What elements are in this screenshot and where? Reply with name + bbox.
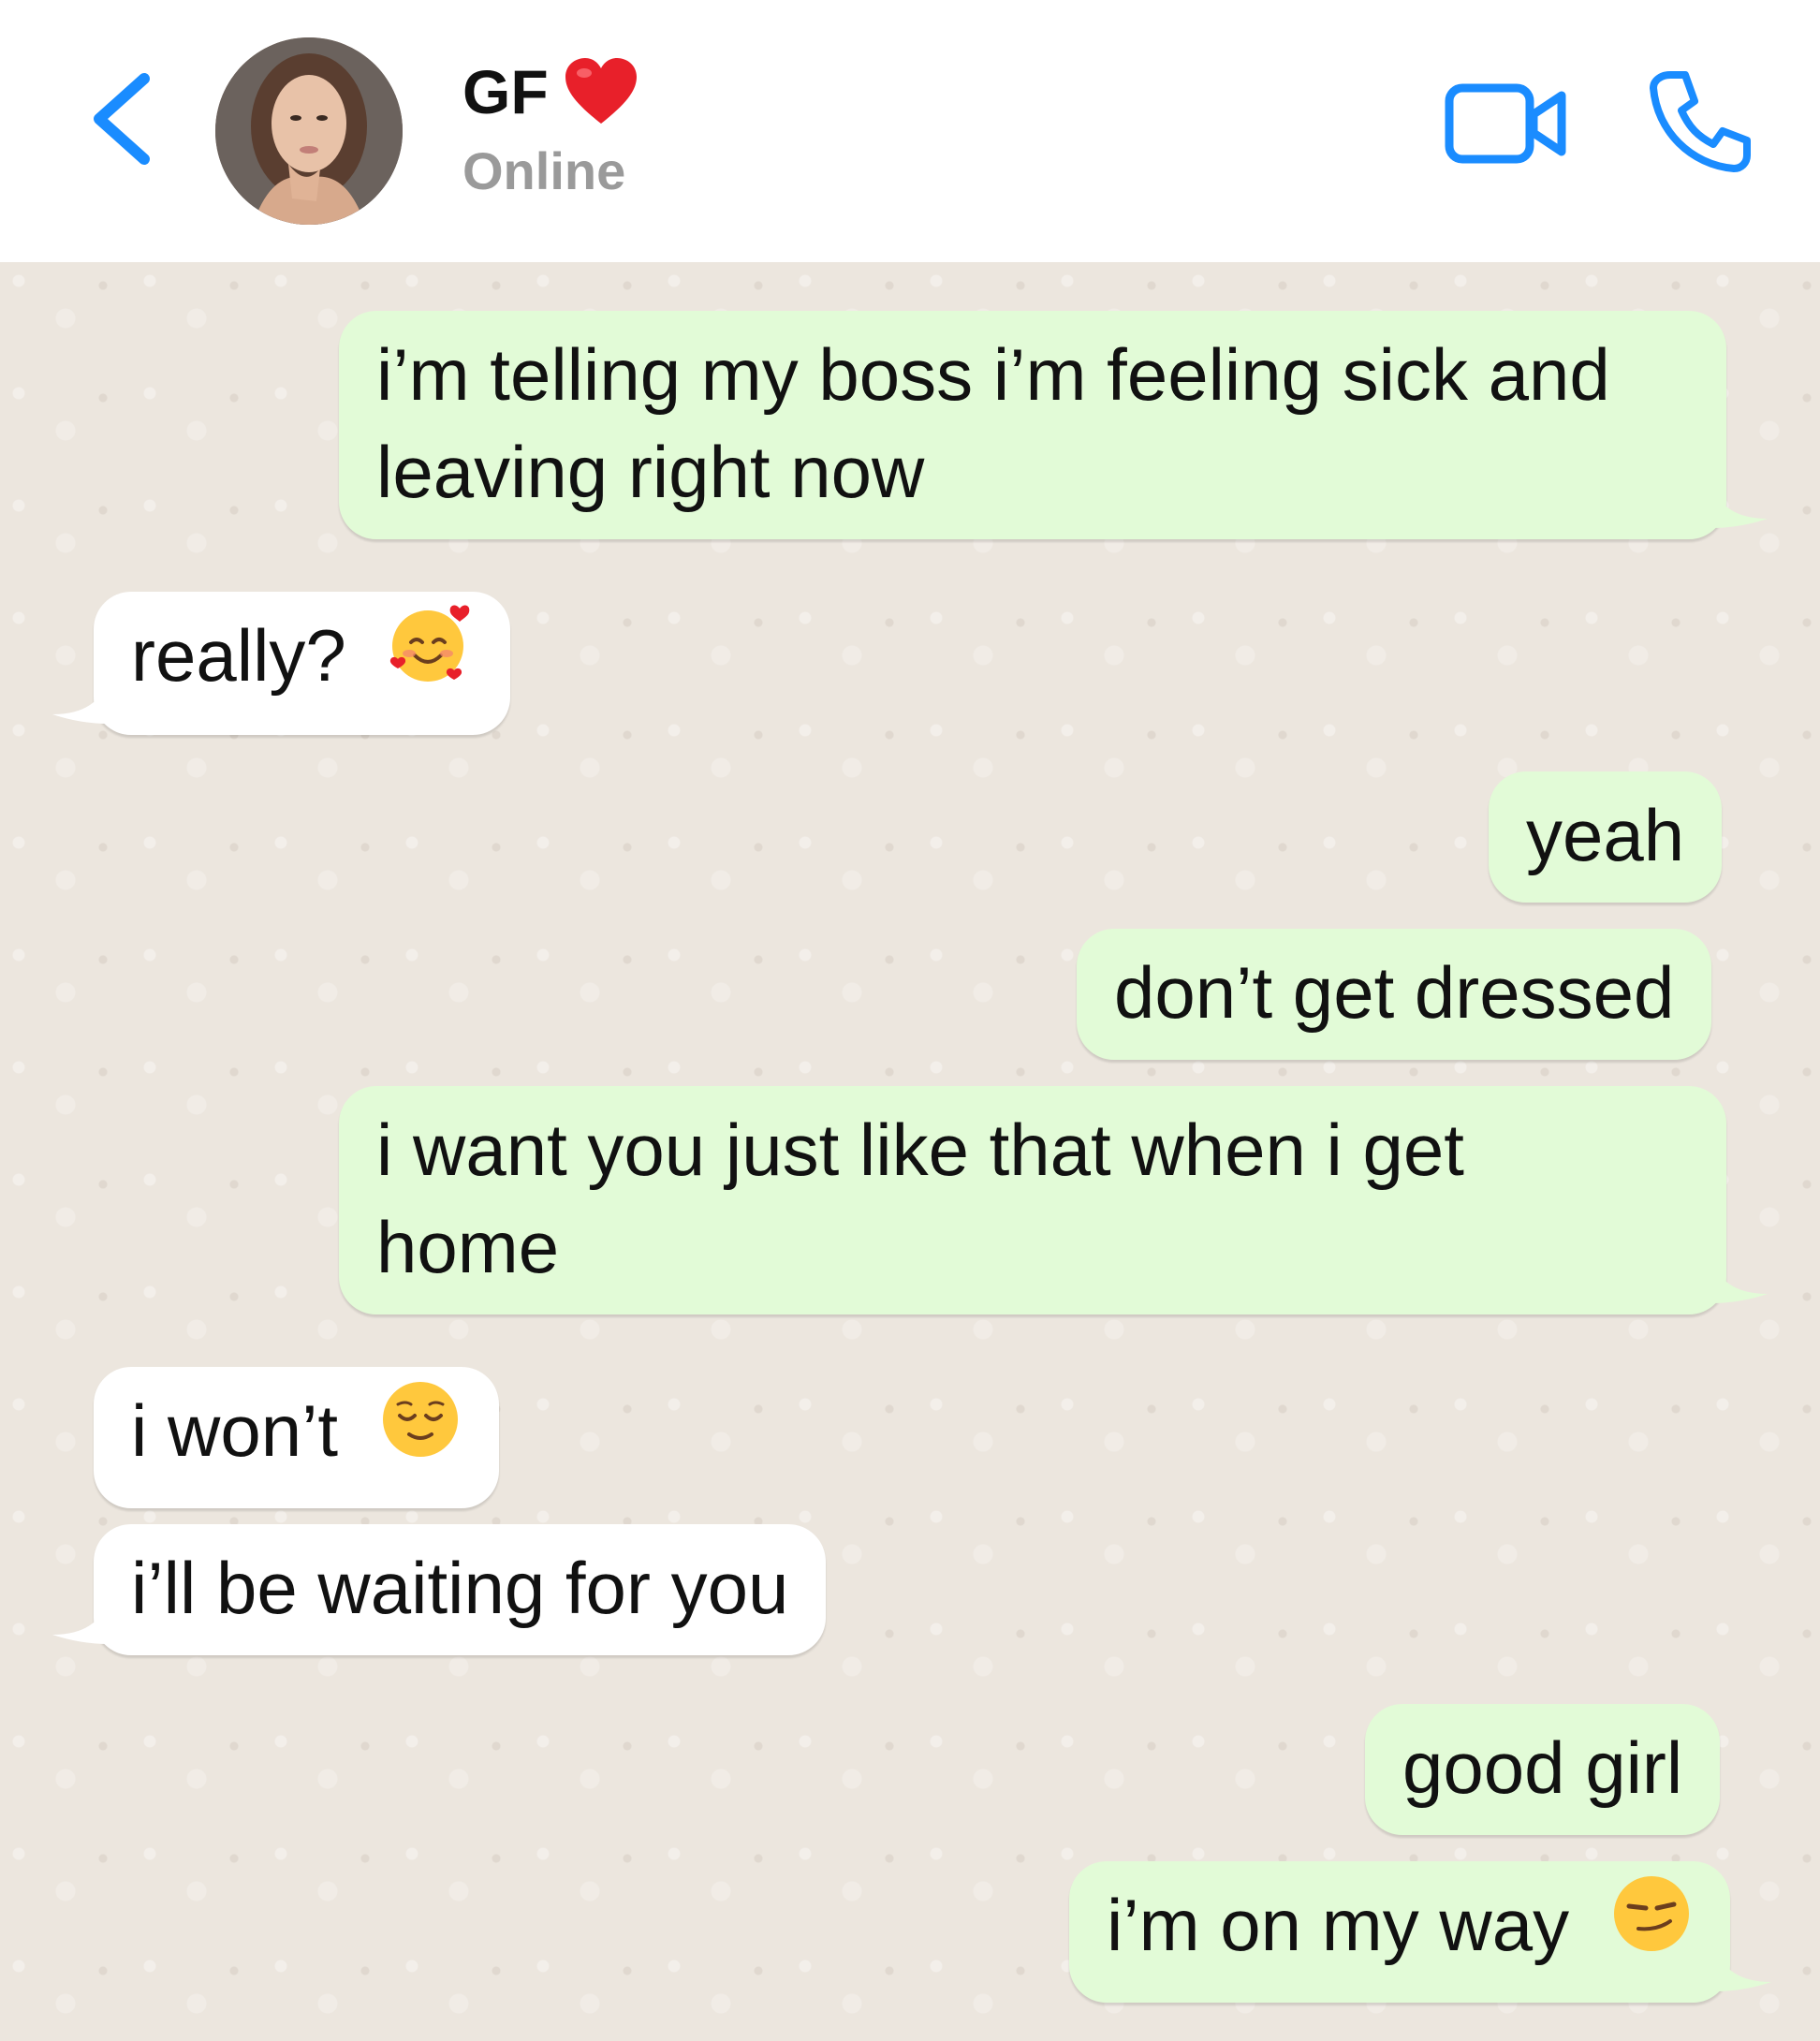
contact-name-text: GF — [462, 57, 549, 126]
message-text: i’ll be waiting for you — [131, 1547, 789, 1629]
avatar-photo — [215, 37, 403, 225]
outgoing-message[interactable]: good girl — [1365, 1704, 1721, 1835]
message-text: don’t get dressed — [1114, 951, 1675, 1034]
message-text-line: i’m telling my boss i’m feeling sick and — [376, 333, 1610, 416]
video-call-button[interactable] — [1442, 77, 1573, 170]
message-text: really? — [131, 614, 346, 697]
incoming-message[interactable]: i’ll be waiting for you — [52, 1524, 827, 1655]
bubble-tail — [1711, 481, 1768, 528]
back-button[interactable] — [86, 67, 161, 170]
outgoing-message[interactable]: i want you just like that when i get hom… — [339, 1086, 1768, 1314]
outgoing-message[interactable]: i’m telling my boss i’m feeling sick and… — [339, 311, 1768, 539]
message-text-line: i want you just like that when i get — [376, 1109, 1464, 1191]
contact-avatar[interactable] — [215, 37, 403, 225]
message-text: yeah — [1526, 794, 1685, 876]
message-text-line: leaving right now — [376, 431, 925, 513]
red-heart-icon — [565, 58, 637, 124]
smiling-face-with-hearts-icon — [387, 601, 473, 711]
video-camera-icon — [1445, 83, 1566, 164]
incoming-message[interactable]: i won’t — [94, 1367, 499, 1508]
phone-icon — [1650, 71, 1751, 172]
smirking-face-icon — [1610, 1872, 1693, 1978]
bubble-tail — [1714, 1944, 1771, 1991]
message-text: i won’t — [131, 1389, 339, 1472]
outgoing-message[interactable]: yeah — [1489, 771, 1723, 903]
message-text-line: home — [376, 1206, 560, 1288]
incoming-message[interactable]: really? — [52, 592, 511, 735]
outgoing-message[interactable]: i’m on my way — [1069, 1861, 1771, 2003]
relieved-face-icon — [379, 1378, 462, 1484]
chat-header: GF Online — [0, 0, 1820, 262]
outgoing-message[interactable]: don’t get dressed — [1077, 929, 1712, 1060]
message-text: good girl — [1402, 1726, 1683, 1809]
bubble-tail — [1711, 1256, 1768, 1303]
contact-name[interactable]: GF — [462, 54, 638, 129]
message-text: i’m on my way — [1107, 1884, 1570, 1966]
bubble-tail — [52, 677, 109, 724]
chevron-left-icon — [94, 73, 150, 165]
bubble-tail — [52, 1597, 109, 1644]
voice-call-button[interactable] — [1644, 66, 1756, 178]
online-status: Online — [462, 141, 626, 200]
chat-area[interactable]: i’m telling my boss i’m feeling sick and… — [0, 262, 1820, 2041]
